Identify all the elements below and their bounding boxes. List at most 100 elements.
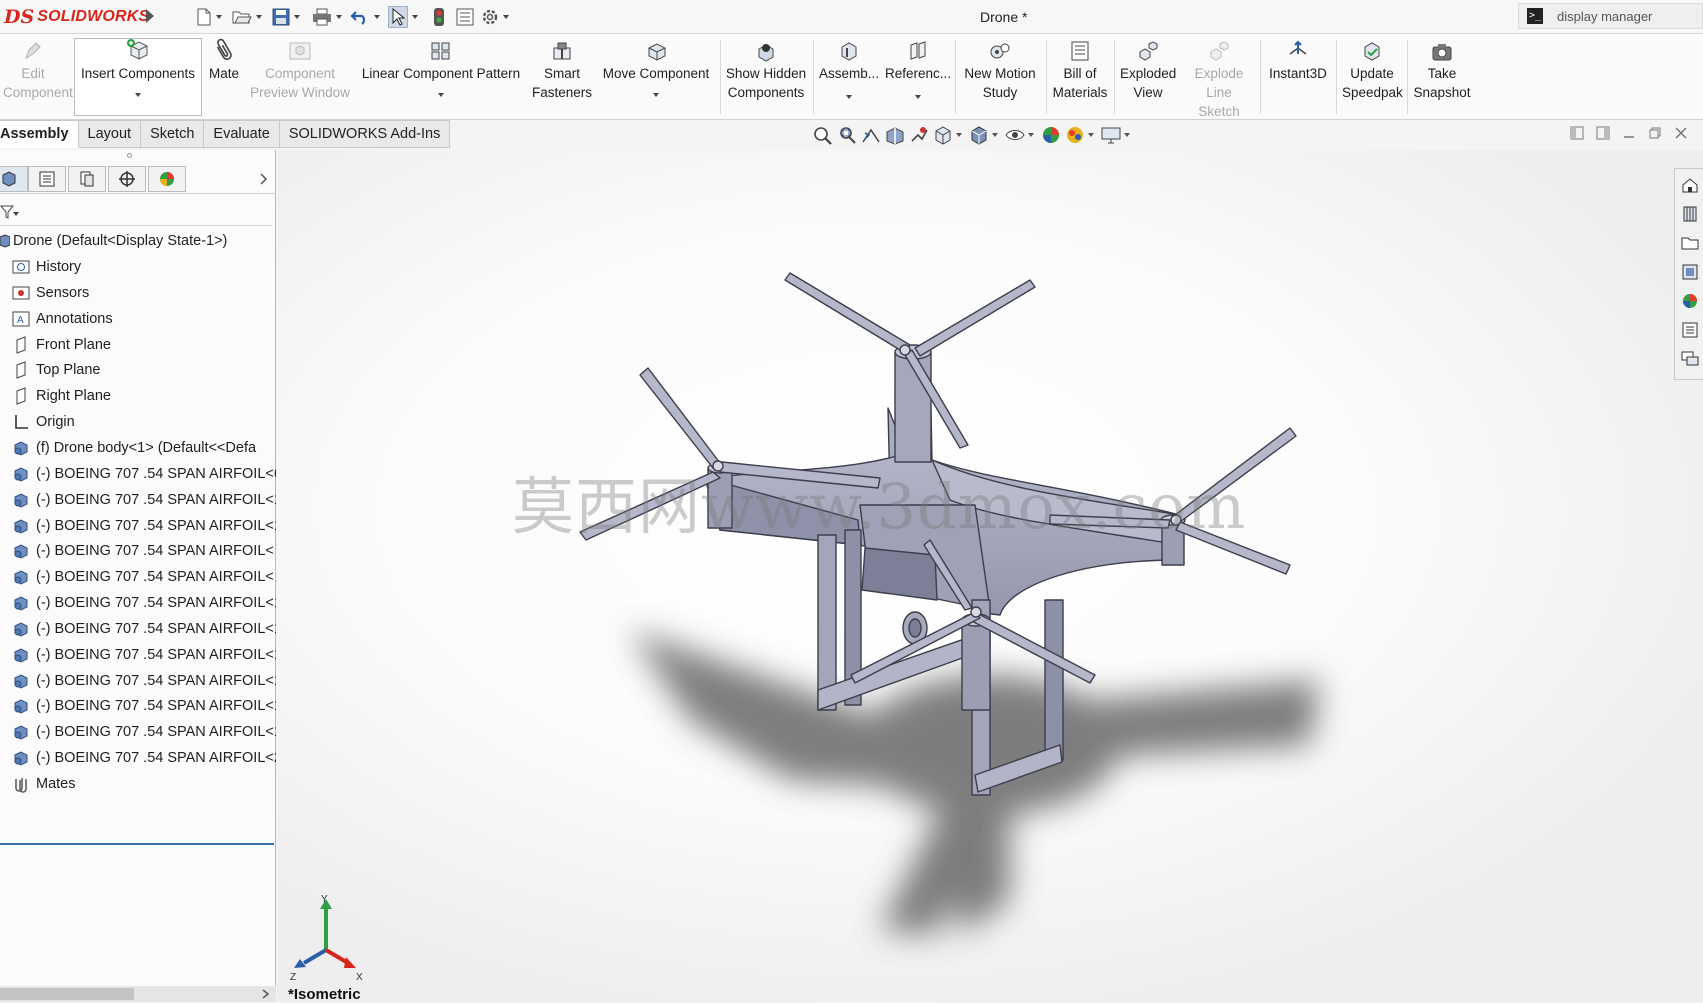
instant3d-button[interactable]: Instant3D (1262, 34, 1334, 120)
tree-item[interactable]: (-) BOEING 707 .54 SPAN AIRFOIL<1 (12, 487, 276, 513)
tab-display-manager[interactable] (148, 166, 186, 192)
tree-item[interactable]: Sensors (12, 280, 276, 306)
feature-tree-horizontal-scrollbar[interactable] (0, 986, 276, 1002)
zoom-to-area-button[interactable] (836, 125, 858, 145)
linear-pattern-dropdown-icon[interactable] (438, 93, 444, 97)
task-pane-design-library-button[interactable] (1680, 204, 1699, 223)
filter-dropdown-icon[interactable] (13, 212, 19, 216)
insert-components-button[interactable]: Insert Components (74, 34, 202, 120)
select-tool-button[interactable] (388, 6, 418, 28)
panel-splitter-handle[interactable] (127, 153, 132, 158)
tree-item[interactable]: (-) BOEING 707 .54 SPAN AIRFOIL<6 (12, 461, 276, 487)
solidworks-logo[interactable]: DS SOLIDWORKS (4, 5, 149, 29)
component-preview-window-button[interactable]: Component Preview Window (248, 34, 352, 120)
apply-scene-button[interactable] (1064, 125, 1098, 145)
task-pane-appearances-button[interactable] (1680, 291, 1699, 310)
show-hidden-components-button[interactable]: Show Hidden Components (722, 34, 810, 120)
task-pane-custom-properties-button[interactable] (1680, 320, 1699, 339)
tree-item[interactable]: (-) BOEING 707 .54 SPAN AIRFOIL<1 (12, 642, 276, 668)
tree-item[interactable]: (-) BOEING 707 .54 SPAN AIRFOIL<2 (12, 745, 276, 771)
tree-item[interactable]: (-) BOEING 707 .54 SPAN AIRFOIL<1 (12, 719, 276, 745)
move-component-button[interactable]: Move Component (598, 34, 714, 120)
linear-component-pattern-button[interactable]: Linear Component Pattern (356, 34, 526, 120)
move-component-dropdown-icon[interactable] (653, 93, 659, 97)
take-snapshot-button[interactable]: Take Snapshot (1408, 34, 1476, 120)
minimize-icon[interactable] (1622, 126, 1636, 140)
tree-item[interactable]: (-) BOEING 707 .54 SPAN AIRFOIL<1 (12, 564, 276, 590)
zoom-to-fit-button[interactable] (812, 125, 834, 145)
tree-rollback-bar[interactable] (0, 843, 274, 845)
task-pane-view-palette-button[interactable] (1680, 262, 1699, 281)
previous-view-button[interactable] (860, 125, 882, 145)
undo-button[interactable] (350, 6, 380, 28)
display-style-button[interactable] (968, 125, 1002, 145)
new-document-button[interactable] (196, 6, 222, 28)
tab-dimxpert-manager[interactable] (108, 166, 146, 192)
rebuild-button[interactable] (433, 6, 445, 28)
tree-item[interactable]: (-) BOEING 707 .54 SPAN AIRFOIL<1 (12, 513, 276, 539)
hide-show-items-button[interactable] (1004, 125, 1038, 145)
tree-item[interactable]: Right Plane (12, 383, 276, 409)
tree-filter-bar[interactable] (0, 198, 272, 226)
tile-right-icon[interactable] (1596, 126, 1610, 140)
tree-item[interactable]: Top Plane (12, 357, 276, 383)
tab-layout[interactable]: Layout (78, 120, 142, 148)
tree-item[interactable]: (-) BOEING 707 .54 SPAN AIRFOIL<1 (12, 616, 276, 642)
dynamic-annotation-button[interactable] (908, 125, 930, 145)
tab-feature-manager[interactable] (0, 166, 28, 192)
options-button[interactable] (481, 6, 509, 28)
edit-component-button[interactable]: Edit Component (0, 34, 73, 120)
smart-fasteners-button[interactable]: Smart Fasteners (528, 34, 596, 120)
print-button[interactable] (312, 6, 342, 28)
graphics-area[interactable]: Y Z X (277, 150, 1703, 1002)
mate-button[interactable]: Mate (204, 34, 244, 120)
assembly-features-button[interactable]: Assemb... (816, 34, 882, 120)
drone-model-3d-view[interactable] (277, 150, 1703, 1002)
chevron-right-icon[interactable] (260, 173, 268, 185)
task-pane-forum-button[interactable] (1680, 349, 1699, 368)
update-speedpak-button[interactable]: Update Speedpak (1338, 34, 1406, 120)
reference-geometry-dropdown-icon[interactable] (915, 95, 921, 99)
tab-evaluate[interactable]: Evaluate (204, 120, 280, 148)
tree-item[interactable]: (-) BOEING 707 .54 SPAN AIRFOIL<1 (12, 693, 276, 719)
tab-configuration-manager[interactable] (68, 166, 106, 192)
close-icon[interactable] (1674, 126, 1688, 140)
view-orientation-button[interactable] (932, 125, 966, 145)
scrollbar-thumb[interactable] (0, 988, 134, 1000)
menu-expand-arrow-icon[interactable] (146, 9, 154, 23)
view-settings-button[interactable] (1100, 125, 1134, 145)
insert-components-dropdown-icon[interactable] (135, 93, 141, 97)
section-view-button[interactable] (884, 125, 906, 145)
file-properties-button[interactable] (456, 6, 474, 28)
tree-item[interactable]: History (12, 254, 276, 280)
tree-item[interactable]: (f) Drone body<1> (Default<<Defa (12, 435, 276, 461)
task-pane-file-explorer-button[interactable] (1680, 233, 1699, 252)
new-motion-study-button[interactable]: New Motion Study (957, 34, 1043, 120)
explode-line-sketch-button[interactable]: Explode Line Sketch (1182, 34, 1256, 120)
tile-left-icon[interactable] (1570, 126, 1584, 140)
edit-appearance-button[interactable] (1040, 125, 1062, 145)
bill-of-materials-button[interactable]: Bill of Materials (1048, 34, 1112, 120)
tree-item[interactable]: A Annotations (12, 306, 276, 332)
tree-item[interactable]: (-) BOEING 707 .54 SPAN AIRFOIL<1 (12, 538, 276, 564)
tab-solidworks-add-ins[interactable]: SOLIDWORKS Add-Ins (279, 120, 451, 148)
assembly-features-dropdown-icon[interactable] (846, 95, 852, 99)
tree-item[interactable]: Mates (12, 771, 276, 797)
tree-item[interactable]: (-) BOEING 707 .54 SPAN AIRFOIL<1 (12, 590, 276, 616)
tree-item[interactable]: Origin (12, 409, 276, 435)
scroll-right-arrow-icon[interactable] (262, 989, 270, 999)
tree-root-drone[interactable]: Drone (Default<Display State-1>) (0, 228, 276, 254)
restore-icon[interactable] (1648, 126, 1662, 140)
task-pane-home-button[interactable] (1680, 175, 1699, 194)
save-button[interactable] (272, 6, 300, 28)
tab-assembly[interactable]: Assembly (0, 120, 79, 148)
search-input[interactable]: display manager (1557, 9, 1652, 24)
exploded-view-button[interactable]: Exploded View (1116, 34, 1180, 120)
tab-sketch[interactable]: Sketch (141, 120, 205, 148)
tree-item[interactable]: Front Plane (12, 332, 276, 358)
search-commands-box[interactable]: >_ display manager (1518, 3, 1703, 29)
reference-geometry-button[interactable]: Referenc... (884, 34, 952, 120)
tab-property-manager[interactable] (28, 166, 66, 192)
tree-item[interactable]: (-) BOEING 707 .54 SPAN AIRFOIL<1 (12, 668, 276, 694)
open-button[interactable] (232, 6, 262, 28)
